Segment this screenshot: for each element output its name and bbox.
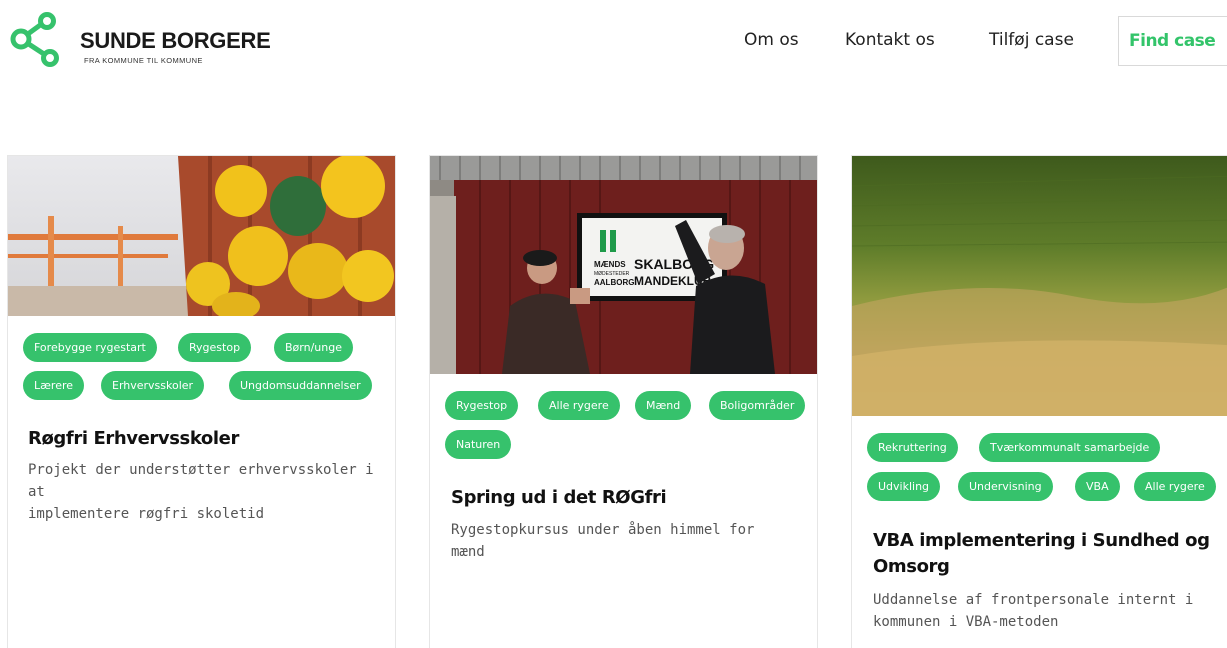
network-nodes-icon[interactable] [10, 12, 62, 68]
case-description: Rygestopkursus under åben himmel for mæn… [451, 519, 754, 563]
case-description: Uddannelse af frontpersonale internt i k… [873, 589, 1193, 633]
case-card[interactable]: Rekruttering Tværkommunalt samarbejde Ud… [851, 155, 1227, 648]
nav-link-om-os[interactable]: Om os [744, 30, 799, 50]
description-line: implementere røgfri skoletid [28, 506, 265, 522]
hard-hats-on-container-photo[interactable] [8, 156, 395, 316]
brand-title[interactable]: SUNDE BORGERE [80, 28, 271, 54]
description-line: Uddannelse af frontpersonale internt i [873, 592, 1194, 608]
case-title[interactable]: VBA implementering i Sundhed og Omsorg [873, 528, 1210, 580]
tag[interactable]: Rygestop [445, 391, 519, 420]
tag[interactable]: Udvikling [867, 472, 941, 501]
description-line: kommunen i VBA-metoden [873, 614, 1059, 630]
brand-subtitle: FRA KOMMUNE TIL KOMMUNE [84, 56, 203, 65]
sign-text: MØDESTEDER [594, 271, 630, 277]
find-case-label: Find case [1129, 31, 1216, 51]
tag[interactable]: Ungdomsuddannelser [229, 371, 372, 400]
tag[interactable]: VBA [1075, 472, 1120, 501]
description-line: mænd [451, 544, 485, 560]
nav-link-kontakt-os[interactable]: Kontakt os [845, 30, 935, 50]
tag[interactable]: Rygestop [178, 333, 252, 362]
tag[interactable]: Alle rygere [1134, 472, 1216, 501]
case-card[interactable]: Forebygge rygestart Rygestop Børn/unge L… [7, 155, 396, 648]
site-header: SUNDE BORGERE FRA KOMMUNE TIL KOMMUNE Om… [0, 0, 1227, 90]
green-and-golden-field-photo[interactable] [852, 156, 1227, 416]
case-title[interactable]: Spring ud i det RØGfri [451, 485, 667, 511]
tag[interactable]: Forebygge rygestart [23, 333, 157, 362]
case-title-line: Omsorg [873, 556, 950, 577]
tag[interactable]: Mænd [635, 391, 692, 420]
tag[interactable]: Lærere [23, 371, 85, 400]
case-title[interactable]: Røgfri Erhvervsskoler [28, 426, 239, 452]
case-description: Projekt der understøtter erhvervsskoler … [28, 459, 395, 525]
description-line: Projekt der understøtter erhvervsskoler … [28, 462, 374, 500]
description-line: Rygestopkursus under åben himmel for [451, 522, 755, 538]
tag[interactable]: Undervisning [958, 472, 1053, 501]
nav-link-tilfoej-case[interactable]: Tilføj case [989, 30, 1074, 50]
tag[interactable]: Alle rygere [538, 391, 620, 420]
case-card[interactable]: MÆNDS SKALBORG MØDESTEDER AALBORG MANDEK… [429, 155, 818, 648]
tag[interactable]: Erhvervsskoler [101, 371, 205, 400]
tag[interactable]: Rekruttering [867, 433, 958, 462]
find-case-button[interactable]: Find case [1118, 16, 1227, 66]
men-hanging-club-sign-photo[interactable]: MÆNDS SKALBORG MØDESTEDER AALBORG MANDEK… [430, 156, 817, 374]
tag[interactable]: Tværkommunalt samarbejde [979, 433, 1161, 462]
tag[interactable]: Boligområder [709, 391, 806, 420]
case-title-line: VBA implementering i Sundhed og [873, 530, 1210, 551]
sign-text: MÆNDS [594, 260, 626, 269]
tag[interactable]: Naturen [445, 430, 512, 459]
sign-text: AALBORG [594, 278, 634, 287]
tag[interactable]: Børn/unge [274, 333, 353, 362]
